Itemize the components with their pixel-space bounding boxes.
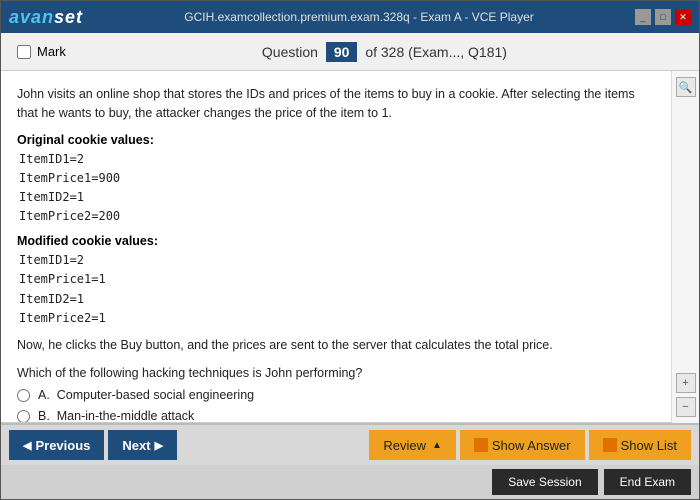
choice-item-b: B. Man-in-the-middle attack: [17, 409, 655, 423]
bottom-toolbar: ◀ Previous Next ▶ Review ▲ Show Answer S…: [1, 423, 699, 465]
question-header: Mark Question 90 of 328 (Exam..., Q181): [1, 33, 699, 71]
modified-cookie-values: ItemID1=2ItemPrice1=1ItemID2=1ItemPrice2…: [19, 251, 655, 328]
original-cookie-values: ItemID1=2ItemPrice1=900ItemID2=1ItemPric…: [19, 150, 655, 227]
zoom-out-button[interactable]: −: [676, 397, 696, 417]
modified-cookie-label: Modified cookie values:: [17, 234, 655, 248]
previous-label: Previous: [35, 438, 90, 453]
original-cookie-label: Original cookie values:: [17, 133, 655, 147]
mark-label[interactable]: Mark: [17, 44, 66, 59]
show-list-button[interactable]: Show List: [589, 430, 691, 460]
maximize-button[interactable]: □: [655, 9, 671, 25]
review-button[interactable]: Review ▲: [369, 430, 456, 460]
close-button[interactable]: ✕: [675, 9, 691, 25]
choices-list: A. Computer-based social engineering B. …: [17, 388, 655, 423]
show-answer-button[interactable]: Show Answer: [460, 430, 585, 460]
mark-checkbox[interactable]: [17, 45, 31, 59]
search-icon-button[interactable]: 🔍: [676, 77, 696, 97]
choices-intro: Now, he clicks the Buy button, and the p…: [17, 338, 655, 380]
end-exam-button[interactable]: End Exam: [604, 469, 691, 495]
bottom-toolbar2: Save Session End Exam: [1, 465, 699, 499]
title-bar: avanset GCIH.examcollection.premium.exam…: [1, 1, 699, 33]
show-list-icon: [603, 438, 617, 452]
logo: avanset: [9, 7, 83, 28]
previous-button[interactable]: ◀ Previous: [9, 430, 104, 460]
question-body: John visits an online shop that stores t…: [1, 71, 671, 423]
modified-cookie-section: Modified cookie values: ItemID1=2ItemPri…: [17, 234, 655, 328]
next-arrow-icon: ▶: [155, 439, 163, 452]
end-exam-label: End Exam: [620, 475, 675, 489]
original-cookie-section: Original cookie values: ItemID1=2ItemPri…: [17, 133, 655, 227]
zoom-in-button[interactable]: +: [676, 373, 696, 393]
next-label: Next: [122, 438, 150, 453]
review-arrow-icon: ▲: [432, 440, 442, 451]
choice-label-b: B. Man-in-the-middle attack: [38, 409, 194, 423]
title-bar-title: GCIH.examcollection.premium.exam.328q - …: [83, 10, 635, 24]
show-list-label: Show List: [621, 438, 677, 453]
choice-radio-b[interactable]: [17, 410, 30, 423]
show-answer-label: Show Answer: [492, 438, 571, 453]
question-with-sidebar: John visits an online shop that stores t…: [1, 71, 699, 423]
title-bar-left: avanset: [9, 7, 83, 28]
save-session-button[interactable]: Save Session: [492, 469, 597, 495]
prev-arrow-icon: ◀: [23, 439, 31, 452]
save-session-label: Save Session: [508, 475, 581, 489]
question-of-label: of 328 (Exam..., Q181): [365, 44, 507, 60]
choice-item-a: A. Computer-based social engineering: [17, 388, 655, 402]
question-label: Question: [262, 44, 318, 60]
minimize-button[interactable]: _: [635, 9, 651, 25]
main-window: avanset GCIH.examcollection.premium.exam…: [0, 0, 700, 500]
question-number-area: Question 90 of 328 (Exam..., Q181): [86, 42, 683, 62]
next-button[interactable]: Next ▶: [108, 430, 177, 460]
choice-radio-a[interactable]: [17, 389, 30, 402]
question-text: John visits an online shop that stores t…: [17, 85, 655, 123]
title-bar-controls: _ □ ✕: [635, 9, 691, 25]
review-label: Review: [383, 438, 426, 453]
question-number-box: 90: [326, 42, 358, 62]
choice-label-a: A. Computer-based social engineering: [38, 388, 254, 402]
sidebar-icons: 🔍 + −: [671, 71, 699, 423]
show-answer-icon: [474, 438, 488, 452]
